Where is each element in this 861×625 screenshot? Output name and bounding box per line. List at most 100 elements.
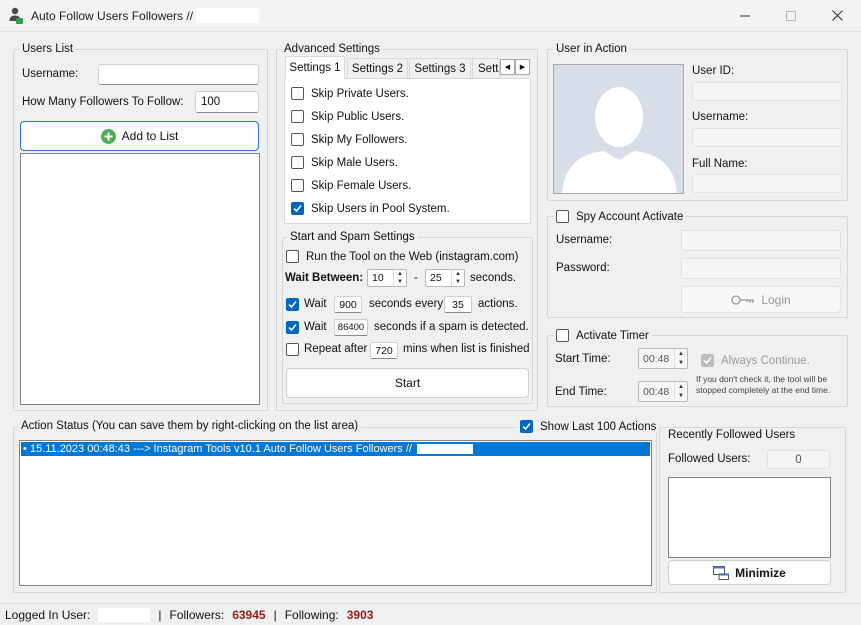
start-time-label: Start Time:	[555, 353, 611, 365]
show-last-checkbox[interactable]	[520, 420, 533, 433]
spy-password-label: Password:	[556, 262, 610, 274]
skip-private-checkbox[interactable]	[291, 87, 304, 100]
user-in-action-label: User in Action	[553, 43, 630, 55]
add-to-list-button[interactable]: Add to List	[20, 121, 259, 151]
wait-between-label: Wait Between:	[285, 272, 364, 284]
skip-followers-checkbox[interactable]	[291, 133, 304, 146]
wait-actions-checkbox[interactable]	[286, 298, 299, 311]
tab-settings-3[interactable]: Settings 3	[409, 58, 471, 79]
status-separator: |	[158, 607, 162, 622]
run-web-checkbox[interactable]	[286, 250, 299, 263]
plus-icon	[100, 128, 116, 144]
add-to-list-label: Add to List	[121, 129, 179, 143]
skip-pool-checkbox[interactable]	[291, 202, 304, 215]
timer-option[interactable]: Activate Timer	[553, 329, 652, 342]
followers-count-input[interactable]: 100	[195, 91, 259, 113]
login-button[interactable]: Login	[681, 286, 841, 313]
minimize-button[interactable]: Minimize	[668, 560, 831, 585]
status-separator: |	[273, 607, 277, 622]
checkmark-icon	[703, 357, 712, 365]
recent-followed-label: Recently Followed Users	[665, 429, 799, 441]
username-input[interactable]	[98, 64, 259, 85]
maximize-window-button[interactable]	[768, 0, 814, 31]
stepper-down-icon[interactable]: ▼	[452, 278, 464, 286]
stepper-up-icon[interactable]: ▲	[675, 349, 687, 359]
stepper-up-icon[interactable]: ▲	[394, 270, 406, 278]
key-icon	[731, 294, 755, 305]
start-button[interactable]: Start	[286, 368, 529, 398]
wait-max-stepper[interactable]: 25 ▲ ▼	[425, 269, 465, 287]
action-log-listbox[interactable]: • 15.11.2023 00:48:43 ---> Instagram Too…	[19, 440, 652, 586]
repeat-label: Repeat after	[304, 343, 368, 355]
spy-password-input[interactable]	[681, 258, 841, 279]
full-name-label: Full Name:	[692, 158, 748, 170]
tab-settings-2[interactable]: Settings 2	[347, 58, 408, 79]
timer-checkbox[interactable]	[556, 329, 569, 342]
list-item[interactable]: • 15.11.2023 00:48:43 ---> Instagram Too…	[21, 442, 650, 456]
start-label: Start	[394, 376, 421, 390]
title-bar: Auto Follow Users Followers //	[0, 0, 861, 32]
actions-label: actions.	[478, 298, 518, 310]
repeat-row: Repeat after 720 mins when list is finis…	[286, 342, 534, 360]
minimize-window-button[interactable]	[722, 0, 768, 31]
following-count: 3903	[346, 607, 374, 622]
title-redaction	[196, 8, 259, 23]
wait-seconds-input[interactable]: 900	[334, 296, 362, 313]
spy-account-label: Spy Account Activate	[576, 210, 684, 223]
checkmark-icon	[522, 423, 531, 431]
start-time-stepper[interactable]: 00:48 ▲ ▼	[638, 348, 688, 369]
repeat-checkbox[interactable]	[286, 343, 299, 356]
wait-min-stepper[interactable]: 10 ▲ ▼	[367, 269, 407, 287]
skip-public-checkbox[interactable]	[291, 110, 304, 123]
minimize-label: Minimize	[735, 565, 786, 580]
tab-settings-4[interactable]: Settings 4	[472, 58, 500, 79]
run-web-option[interactable]: Run the Tool on the Web (instagram.com)	[286, 250, 518, 263]
actions-count-input[interactable]: 35	[444, 296, 472, 313]
skip-female-checkbox[interactable]	[291, 179, 304, 192]
followers-label: Followers:	[169, 607, 225, 622]
action-username-field	[692, 128, 842, 147]
followed-users-count: 0	[767, 450, 830, 469]
skip-male-checkbox[interactable]	[291, 156, 304, 169]
logged-in-label: Logged In User:	[5, 607, 91, 622]
stepper-down-icon[interactable]: ▼	[394, 278, 406, 286]
skip-followers-option[interactable]: Skip My Followers.	[291, 133, 408, 146]
spy-username-input[interactable]	[681, 230, 841, 251]
user-id-field	[692, 82, 842, 101]
always-continue-checkbox[interactable]	[701, 354, 714, 367]
log-redaction	[417, 444, 474, 455]
tab-settings-1[interactable]: Settings 1	[285, 56, 345, 79]
spam-wait-input[interactable]: 86400	[334, 319, 368, 336]
seconds-every-label: seconds every	[369, 298, 444, 310]
action-status-label: Action Status (You can save them by righ…	[18, 420, 362, 432]
recent-followed-listbox[interactable]	[668, 477, 831, 558]
stepper-up-icon[interactable]: ▲	[675, 382, 687, 392]
spam-wait-checkbox[interactable]	[286, 321, 299, 334]
skip-private-option[interactable]: Skip Private Users.	[291, 87, 409, 100]
checkmark-icon	[288, 301, 297, 309]
spy-account-checkbox[interactable]	[556, 210, 569, 223]
stepper-down-icon[interactable]: ▼	[675, 392, 687, 402]
stepper-up-icon[interactable]: ▲	[452, 270, 464, 278]
skip-public-option[interactable]: Skip Public Users.	[291, 110, 404, 123]
repeat-suffix-label: mins when list is finished	[403, 343, 530, 355]
stepper-down-icon[interactable]: ▼	[675, 359, 687, 369]
skip-male-option[interactable]: Skip Male Users.	[291, 156, 398, 169]
tab-scroll-right-button[interactable]: ▶	[515, 59, 530, 75]
spy-account-option[interactable]: Spy Account Activate	[553, 210, 687, 223]
always-continue-option[interactable]: Always Continue.	[701, 354, 810, 367]
close-window-button[interactable]	[814, 0, 860, 31]
tab-scroll-left-button[interactable]: ◀	[500, 59, 515, 75]
repeat-mins-input[interactable]: 720	[370, 342, 398, 359]
spam-wait-row: Wait 86400 seconds if a spam is detected…	[286, 319, 531, 337]
always-continue-label: Always Continue.	[721, 354, 810, 367]
skip-pool-option[interactable]: Skip Users in Pool System.	[291, 202, 450, 215]
users-listbox[interactable]	[20, 153, 260, 405]
username-label: Username:	[22, 68, 79, 80]
end-time-stepper[interactable]: 00:48 ▲ ▼	[638, 381, 688, 402]
show-last-option[interactable]: Show Last 100 Actions	[517, 420, 660, 433]
log-entry-text: 15.11.2023 00:48:43 ---> Instagram Tools…	[29, 443, 412, 455]
skip-male-label: Skip Male Users.	[311, 156, 398, 169]
skip-female-option[interactable]: Skip Female Users.	[291, 179, 411, 192]
action-username-label: Username:	[692, 111, 749, 123]
